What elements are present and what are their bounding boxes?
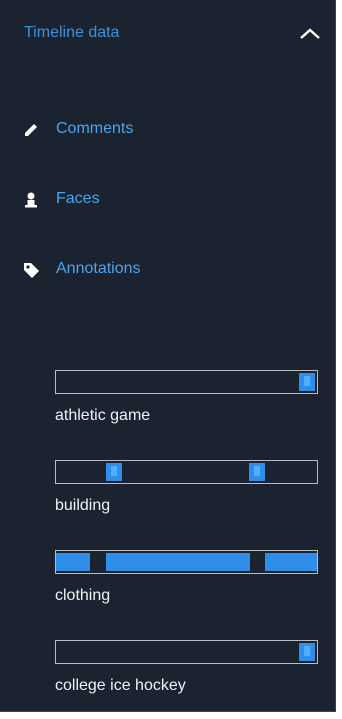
panel-header[interactable]: Timeline data — [0, 0, 335, 68]
tag-occurrence-segment[interactable] — [56, 553, 90, 571]
panel-title: Timeline data — [24, 24, 120, 41]
tag-label: building — [55, 497, 111, 514]
tag-label: college ice hockey — [55, 677, 186, 694]
tag-row-college-ice-hockey: college ice hockey — [55, 640, 318, 695]
nav-item-faces[interactable]: Faces — [0, 180, 335, 220]
person-icon — [22, 191, 40, 209]
tag-row-athletic-game: athletic game — [55, 370, 318, 425]
tag-timeline-track[interactable] — [55, 370, 318, 394]
tag-row-building: building — [55, 460, 318, 515]
tag-timeline-track[interactable] — [55, 640, 318, 664]
nav-item-label: Annotations — [56, 260, 141, 277]
tag-occurrence-segment[interactable] — [249, 463, 265, 481]
chevron-up-icon[interactable] — [297, 24, 323, 44]
tag-occurrence-segment[interactable] — [106, 463, 122, 481]
timeline-data-panel: Timeline data Comments Faces Annotations… — [0, 0, 336, 712]
nav-item-annotations[interactable]: Annotations — [0, 250, 335, 290]
tag-label: clothing — [55, 587, 111, 604]
tag-label: athletic game — [55, 407, 151, 424]
tag-occurrence-segment[interactable] — [299, 373, 315, 391]
tag-occurrence-segment[interactable] — [106, 553, 250, 571]
tag-icon — [22, 261, 40, 279]
nav-item-comments[interactable]: Comments — [0, 110, 335, 150]
pencil-icon — [22, 121, 40, 139]
tag-occurrence-segment[interactable] — [299, 643, 315, 661]
tag-timeline-track[interactable] — [55, 460, 318, 484]
nav-item-label: Faces — [56, 190, 100, 207]
tag-row-clothing: clothing — [55, 550, 318, 605]
tag-timeline-track[interactable] — [55, 550, 318, 574]
nav-item-label: Comments — [56, 120, 134, 137]
tag-occurrence-segment[interactable] — [265, 553, 317, 571]
